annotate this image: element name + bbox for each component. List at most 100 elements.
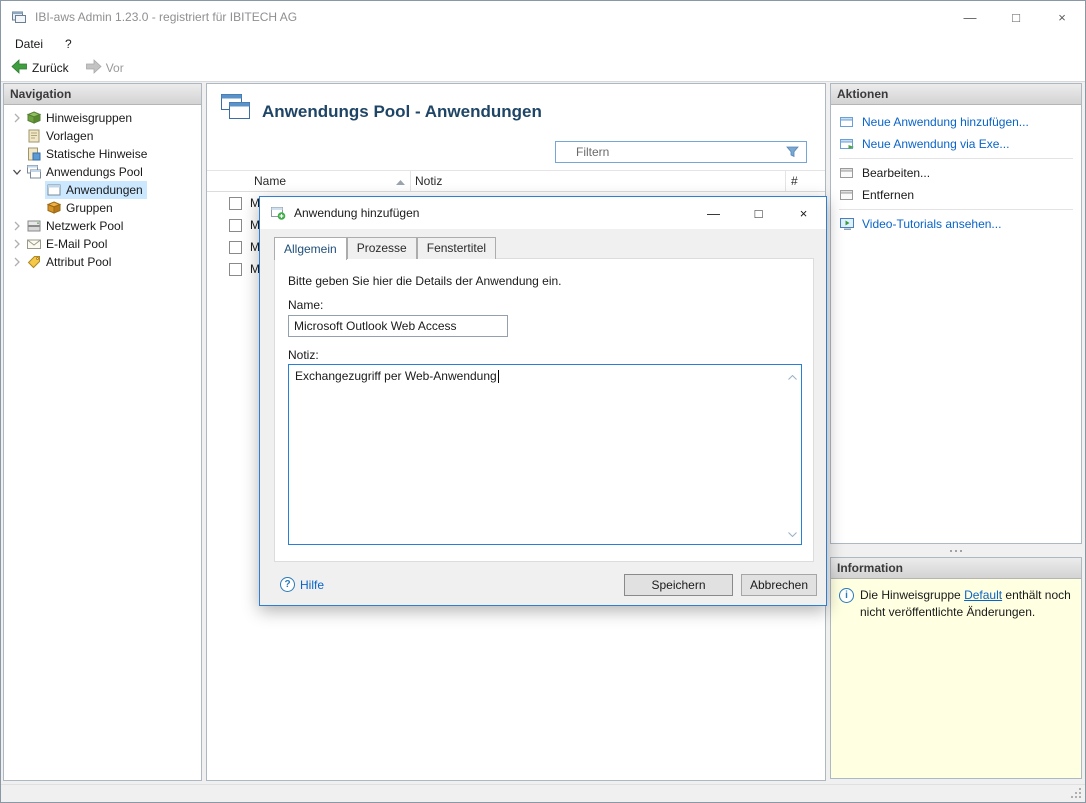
back-button[interactable]: Zurück: [5, 57, 75, 79]
information-message: Die Hinweisgruppe Default enthält noch n…: [860, 587, 1073, 621]
maximize-button[interactable]: □: [993, 1, 1039, 33]
action-label: Bearbeiten...: [862, 166, 930, 180]
action-remove[interactable]: Entfernen: [839, 184, 1081, 206]
nav-item-label: Attribut Pool: [46, 255, 111, 269]
app-icon: [11, 9, 27, 25]
application-pool-large-icon: [220, 92, 252, 125]
help-link[interactable]: ? Hilfe: [280, 577, 324, 592]
menubar: Datei ?: [1, 33, 1085, 55]
nav-item-label: Vorlagen: [46, 129, 93, 143]
scroll-up-icon[interactable]: [788, 369, 797, 383]
action-label: Entfernen: [862, 188, 914, 202]
filter-input[interactable]: Filtern: [555, 141, 807, 163]
help-icon: ?: [280, 577, 295, 592]
back-arrow-icon: [11, 59, 28, 77]
page-title: Anwendungs Pool - Anwendungen: [262, 102, 542, 122]
chevron-right-icon[interactable]: [9, 110, 25, 126]
row-checkbox[interactable]: [229, 197, 242, 210]
separator: [839, 209, 1073, 210]
actions-header: Aktionen: [831, 84, 1081, 105]
cancel-button[interactable]: Abbrechen: [741, 574, 817, 596]
scroll-down-icon[interactable]: [788, 526, 797, 540]
action-video-tutorials[interactable]: Video-Tutorials ansehen...: [839, 213, 1081, 235]
action-new-application[interactable]: Neue Anwendung hinzufügen...: [839, 111, 1081, 133]
action-label: Neue Anwendung via Exe...: [862, 137, 1009, 151]
dialog-maximize-button[interactable]: □: [736, 197, 781, 229]
menu-help[interactable]: ?: [57, 35, 80, 53]
resize-grip[interactable]: [1069, 786, 1082, 799]
dialog-title: Anwendung hinzufügen: [294, 206, 419, 220]
table-header-notiz[interactable]: Notiz: [410, 171, 785, 191]
forward-button[interactable]: Vor: [79, 57, 130, 79]
chevron-down-icon[interactable]: [9, 164, 25, 180]
minimize-button[interactable]: —: [947, 1, 993, 33]
action-label: Neue Anwendung hinzufügen...: [862, 115, 1029, 129]
dialog-titlebar: Anwendung hinzufügen — □ ×: [260, 197, 826, 229]
information-panel: Information i Die Hinweisgruppe Default …: [830, 557, 1082, 779]
app-window: IBI-aws Admin 1.23.0 - registriert für I…: [0, 0, 1086, 803]
info-icon: i: [839, 588, 854, 603]
chevron-right-icon[interactable]: [9, 218, 25, 234]
toolbar: Zurück Vor: [1, 55, 1085, 82]
nav-item-label: E-Mail Pool: [46, 237, 107, 251]
groups-icon: [46, 200, 62, 216]
row-checkbox[interactable]: [229, 241, 242, 254]
notiz-scrollbar[interactable]: [785, 366, 800, 543]
static-hints-icon: [26, 146, 42, 162]
chevron-right-icon[interactable]: [9, 254, 25, 270]
dialog-intro-text: Bitte geben Sie hier die Details der Anw…: [288, 274, 562, 288]
notiz-text: Exchangezugriff per Web-Anwendung: [295, 369, 497, 383]
forward-arrow-icon: [85, 59, 102, 77]
table-header-name[interactable]: Name: [247, 171, 410, 191]
filter-placeholder: Filtern: [576, 145, 786, 159]
notiz-textarea[interactable]: Exchangezugriff per Web-Anwendung: [288, 364, 802, 545]
navigation-tree: Hinweisgruppen Vorlagen Statische Hinwei…: [4, 105, 201, 271]
column-label: Notiz: [415, 174, 442, 188]
action-new-application-via-exe[interactable]: Neue Anwendung via Exe...: [839, 133, 1081, 155]
save-button[interactable]: Speichern: [624, 574, 733, 596]
tab-prozesse[interactable]: Prozesse: [347, 237, 417, 259]
table-header-count[interactable]: #: [785, 171, 825, 191]
close-button[interactable]: ×: [1039, 1, 1085, 33]
templates-icon: [26, 128, 42, 144]
row-checkbox[interactable]: [229, 219, 242, 232]
filter-funnel-icon[interactable]: [786, 146, 799, 158]
dialog-minimize-button[interactable]: —: [691, 197, 736, 229]
name-input[interactable]: [288, 315, 508, 337]
nav-item-label: Hinweisgruppen: [46, 111, 132, 125]
nav-item-attribut-pool[interactable]: Attribut Pool: [4, 253, 201, 271]
nav-item-statische-hinweise[interactable]: Statische Hinweise: [4, 145, 201, 163]
nav-item-netzwerk-pool[interactable]: Netzwerk Pool: [4, 217, 201, 235]
chevron-right-icon[interactable]: [9, 236, 25, 252]
nav-item-anwendungs-pool[interactable]: Anwendungs Pool: [4, 163, 201, 181]
table-header: Name Notiz #: [207, 170, 825, 192]
action-edit[interactable]: Bearbeiten...: [839, 162, 1081, 184]
edit-icon: [839, 165, 856, 181]
table-header-checkbox-column: [207, 171, 247, 191]
nav-item-email-pool[interactable]: E-Mail Pool: [4, 235, 201, 253]
tab-allgemein[interactable]: Allgemein: [274, 237, 347, 260]
dialog-tab-panel: Bitte geben Sie hier die Details der Anw…: [274, 258, 814, 562]
nav-item-gruppen[interactable]: Gruppen: [24, 199, 201, 217]
nav-item-label: Netzwerk Pool: [46, 219, 123, 233]
dialog-close-button[interactable]: ×: [781, 197, 826, 229]
dialog-controls: — □ ×: [691, 197, 826, 229]
tab-fenstertitel[interactable]: Fenstertitel: [417, 237, 496, 259]
row-checkbox[interactable]: [229, 263, 242, 276]
email-pool-icon: [26, 236, 42, 252]
add-application-dialog: Anwendung hinzufügen — □ × Allgemein Pro…: [259, 196, 827, 606]
nav-item-anwendungen[interactable]: Anwendungen: [24, 181, 201, 199]
nav-item-hinweisgruppen[interactable]: Hinweisgruppen: [4, 109, 201, 127]
nav-item-vorlagen[interactable]: Vorlagen: [4, 127, 201, 145]
panel-splitter[interactable]: [830, 544, 1082, 557]
attribute-pool-icon: [26, 254, 42, 270]
name-label: Name:: [288, 298, 323, 312]
statusbar: [1, 784, 1085, 802]
navigation-header: Navigation: [4, 84, 201, 105]
window-controls: — □ ×: [947, 1, 1085, 33]
add-application-icon: [270, 205, 286, 221]
actions-panel: Aktionen Neue Anwendung hinzufügen... Ne…: [830, 83, 1082, 544]
forward-label: Vor: [106, 61, 124, 75]
default-group-link[interactable]: Default: [964, 588, 1002, 602]
menu-datei[interactable]: Datei: [7, 35, 51, 53]
